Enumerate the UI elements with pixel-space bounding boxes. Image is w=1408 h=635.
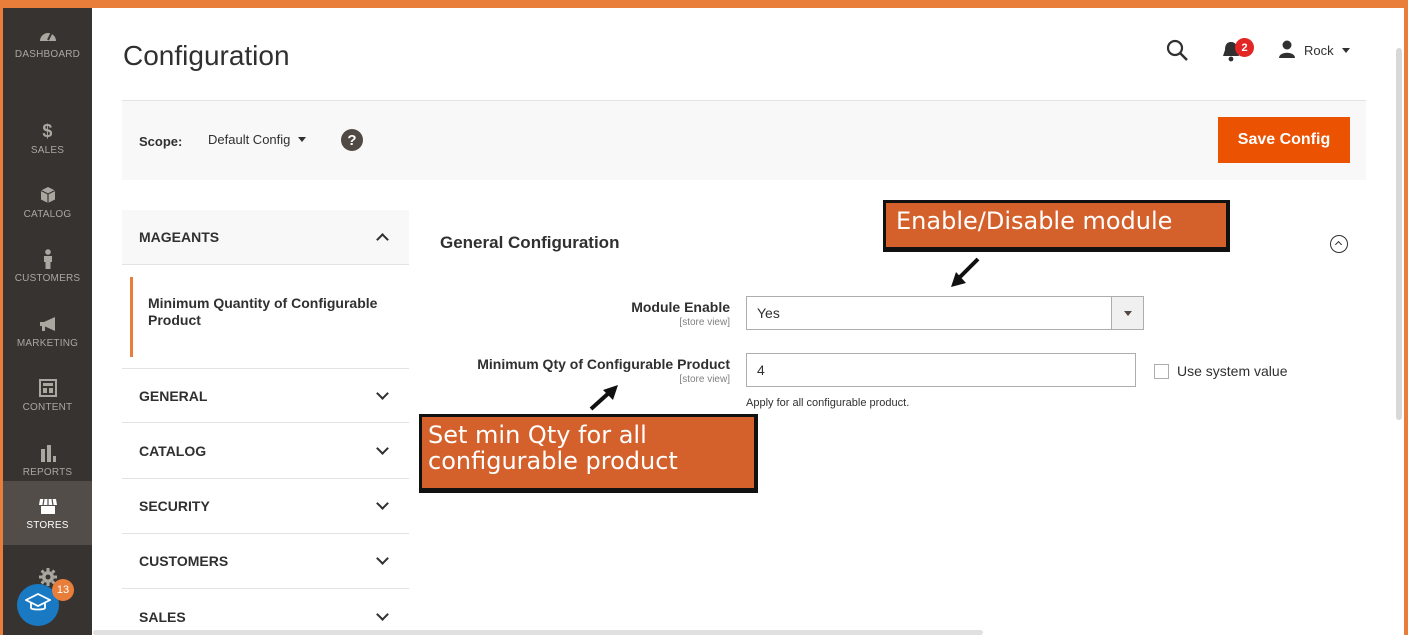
field-label-text: Module Enable [631,299,730,315]
menu-item-sales[interactable]: $ SALES [3,106,92,170]
tab-label: SALES [139,609,186,625]
chevron-up-icon [376,232,389,246]
select-value: Yes [757,305,780,321]
tab-label: MAGEANTS [139,229,220,245]
tab-general[interactable]: GENERAL [122,368,409,423]
bar-chart-icon [37,442,59,464]
chevron-down-icon [376,497,389,510]
menu-label: CUSTOMERS [14,273,81,284]
menu-label: CATALOG [23,209,72,220]
user-name: Rock [1304,42,1334,58]
store-icon [37,495,59,517]
use-system-value-checkbox[interactable]: Use system value [1154,363,1287,379]
chevron-down-icon [376,608,389,621]
tab-security[interactable]: SECURITY [122,479,409,534]
menu-label: STORES [26,520,69,531]
menu-item-dashboard[interactable]: DASHBOARD [3,10,92,74]
help-icon[interactable]: ? [341,129,363,151]
academy-badge: 13 [52,579,74,601]
section-title[interactable]: General Configuration [440,233,619,253]
tab-mageants[interactable]: MAGEANTS [122,210,409,265]
annotation-arrow-icon [951,257,980,287]
save-config-button[interactable]: Save Config [1218,117,1350,163]
annotation-arrow-icon [589,385,618,411]
tab-label: CATALOG [139,443,207,459]
megaphone-icon [37,313,59,335]
tab-label: SECURITY [139,498,210,514]
chevron-down-icon [376,442,389,455]
chevron-down-icon [376,552,389,565]
tab-catalog[interactable]: CATALOG [122,424,409,479]
menu-item-catalog[interactable]: CATALOG [3,170,92,234]
menu-item-customers[interactable]: CUSTOMERS [3,234,92,298]
field-label-text: Minimum Qty of Configurable Product [477,356,730,372]
tab-label: GENERAL [139,387,208,404]
scope-switcher[interactable]: Default Config [208,132,307,147]
graduation-cap-icon [23,592,53,619]
module-enable-select[interactable]: Yes [746,296,1144,330]
module-enable-label: Module Enable [store view] [430,299,730,328]
dashboard-gauge-icon [37,24,59,46]
checkbox-label: Use system value [1177,363,1288,379]
annotation-text: configurable product [428,446,678,475]
tab-customers[interactable]: CUSTOMERS [122,534,409,589]
search-icon[interactable] [1165,38,1189,62]
scope-value: Default Config [208,132,291,147]
annotation-text: Enable/Disable module [896,207,1173,235]
config-tabs: MAGEANTS Minimum Quantity of Configurabl… [122,210,409,635]
menu-item-stores[interactable]: STORES [3,481,92,545]
caret-down-icon [298,137,307,142]
scope-label: Scope: [139,134,183,149]
annotation-min-qty: Set min Qty for all configurable product [419,414,758,493]
vertical-scrollbar[interactable] [1396,48,1402,420]
menu-label: REPORTS [22,467,73,478]
min-qty-label: Minimum Qty of Configurable Product [sto… [430,356,730,385]
dollar-icon: $ [42,120,53,141]
menu-label: CONTENT [22,402,73,413]
horizontal-scrollbar[interactable] [93,630,983,635]
scope-bar: Scope: Default Config ? Save Config [122,100,1366,180]
notifications-count-badge: 2 [1235,38,1254,57]
menu-label: DASHBOARD [14,49,81,60]
tab-label: CUSTOMERS [139,553,229,569]
menu-item-marketing[interactable]: MARKETING [3,299,92,363]
field-scope: [store view] [679,317,730,328]
app-frame: DASHBOARD $ SALES CATALOG CUSTOMERS MARK… [3,8,1404,635]
page-title: Configuration [123,40,290,71]
box-icon [37,184,59,206]
annotation-enable-module: Enable/Disable module [883,200,1230,252]
select-arrow [1111,297,1143,329]
collapse-circle-icon[interactable] [1330,235,1348,253]
caret-down-icon [1341,47,1350,53]
admin-menu: DASHBOARD $ SALES CATALOG CUSTOMERS MARK… [3,8,92,635]
chevron-down-icon [376,386,389,400]
menu-label: SALES [30,145,65,156]
menu-item-content[interactable]: CONTENT [3,363,92,427]
user-menu[interactable]: Rock [1278,38,1350,62]
field-scope: [store view] [679,374,730,385]
menu-label: MARKETING [16,338,79,349]
layout-icon [37,377,59,399]
field-note: Apply for all configurable product. [746,397,910,409]
min-qty-input[interactable] [746,353,1136,387]
checkbox-box[interactable] [1154,363,1169,379]
user-icon [1278,40,1296,61]
annotation-text: Set min Qty for all [428,421,647,449]
person-icon [37,248,59,270]
tab-sales[interactable]: SALES [122,590,409,635]
tab-item-minimum-qty[interactable]: Minimum Quantity of Configurable Product [130,277,409,357]
caret-down-icon [1123,310,1132,316]
